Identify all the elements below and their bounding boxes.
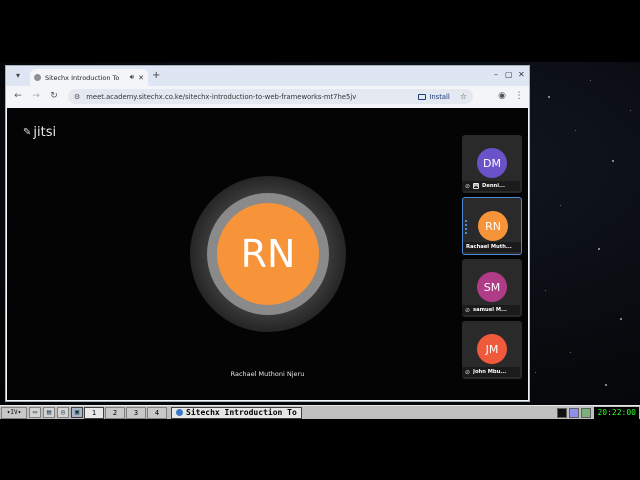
participant-name: Denni... (482, 183, 505, 189)
maximize-icon[interactable]: ▢ (505, 69, 513, 81)
participant-tile[interactable]: DM ⊘ M Denni... (462, 135, 522, 193)
speaker-icon[interactable]: 🔊︎ (130, 73, 134, 82)
participant-tile[interactable]: SM ⊘ samuel M... (462, 259, 522, 317)
browser-toolbar: ← → ↻ ⚙ meet.academy.sitechx.co.ke/sitec… (6, 86, 529, 106)
mic-muted-icon: ⊘ (465, 306, 471, 314)
meeting-stage: ✎ jitsi RN Rachael Muthoni Njeru DM ⊘ M … (7, 108, 528, 400)
participant-avatar: DM (477, 148, 507, 178)
tab-close-icon[interactable]: ✕ (138, 74, 144, 82)
participant-name: samuel M... (473, 307, 507, 313)
workspace-4[interactable]: 4 (147, 406, 167, 419)
mic-muted-icon: ⊘ (465, 368, 471, 376)
browser-tab[interactable]: Sitechx Introduction To 🔊︎ ✕ (30, 69, 148, 86)
participant-name-bar: Rachael Muth... (463, 242, 521, 252)
reload-icon[interactable]: ↻ (48, 90, 60, 102)
moderator-icon: M (473, 183, 480, 189)
dominant-speaker-avatar: RN (190, 176, 346, 332)
participant-name-bar: ⊘ M Denni... (462, 181, 520, 191)
site-info-icon[interactable]: ⚙ (74, 93, 80, 101)
jitsi-logo-text: jitsi (33, 125, 57, 140)
jitsi-logo[interactable]: ✎ jitsi (23, 125, 56, 140)
audio-level-icon (465, 220, 468, 234)
install-button[interactable]: Install (418, 92, 450, 101)
desktop: ▾ Sitechx Introduction To 🔊︎ ✕ + – ▢ ✕ ←… (0, 0, 640, 480)
participant-tile[interactable]: RN Rachael Muth... (462, 197, 522, 255)
chrome-icon (176, 409, 183, 416)
workspace-1[interactable]: 1 (84, 406, 104, 419)
memory-monitor-icon (569, 407, 580, 418)
install-label: Install (429, 92, 450, 101)
taskbar: ▾IV▾ ▭ ▤ ◎ ▣ 1 2 3 4 Sitechx Introductio… (0, 405, 640, 419)
participant-tile[interactable]: JM ⊘ John Mbu... (462, 321, 522, 379)
file-manager-icon[interactable]: ▤ (43, 407, 55, 418)
new-tab-icon[interactable]: + (152, 70, 160, 82)
show-desktop-icon[interactable]: ▣ (71, 407, 83, 418)
workspace-3[interactable]: 3 (126, 406, 146, 419)
speaker-level-ring: RN (207, 193, 329, 315)
start-menu-button[interactable]: ▾IV▾ (1, 406, 27, 419)
browser-window: ▾ Sitechx Introduction To 🔊︎ ✕ + – ▢ ✕ ←… (5, 65, 530, 402)
address-bar[interactable]: ⚙ meet.academy.sitechx.co.ke/sitechx-int… (68, 89, 473, 104)
forward-icon[interactable]: → (30, 90, 42, 102)
workspace-2[interactable]: 2 (105, 406, 125, 419)
terminal-icon[interactable]: ▭ (29, 407, 41, 418)
url-text[interactable]: meet.academy.sitechx.co.ke/sitechx-intro… (86, 93, 418, 101)
participant-name: John Mbu... (473, 369, 507, 375)
dominant-speaker-name: Rachael Muthoni Njeru (230, 370, 305, 378)
browser-launcher-icon[interactable]: ◎ (57, 407, 69, 418)
mic-muted-icon: ⊘ (465, 182, 471, 190)
participant-avatar: SM (477, 272, 507, 302)
jitsi-logo-icon: ✎ (23, 127, 32, 138)
tab-search-icon[interactable]: ▾ (12, 70, 24, 82)
install-app-icon (418, 93, 427, 100)
browser-menu-icon[interactable]: ⋮ (513, 90, 525, 102)
minimize-icon[interactable]: – (494, 69, 498, 81)
cpu-monitor-icon (557, 407, 568, 418)
profile-icon[interactable]: ◉ (496, 90, 508, 102)
back-icon[interactable]: ← (12, 90, 24, 102)
dominant-speaker-initials: RN (217, 203, 319, 305)
tab-favicon-icon (34, 74, 41, 81)
taskbar-window-button[interactable]: Sitechx Introduction To (171, 406, 302, 419)
tab-strip: ▾ Sitechx Introduction To 🔊︎ ✕ + – ▢ ✕ (6, 66, 529, 86)
clock[interactable]: 20:22:00 (594, 406, 639, 419)
participant-name-bar: ⊘ samuel M... (462, 305, 520, 315)
network-monitor-icon (581, 407, 592, 418)
participant-name-bar: ⊘ John Mbu... (462, 367, 520, 377)
close-window-icon[interactable]: ✕ (518, 69, 525, 81)
screen-bottom-area (0, 420, 640, 480)
participant-name: Rachael Muth... (466, 244, 512, 250)
bookmark-star-icon[interactable]: ☆ (460, 92, 467, 101)
taskbar-window-title: Sitechx Introduction To (186, 407, 297, 417)
participant-avatar: RN (478, 211, 508, 241)
tab-title: Sitechx Introduction To (45, 73, 120, 82)
participant-avatar: JM (477, 334, 507, 364)
